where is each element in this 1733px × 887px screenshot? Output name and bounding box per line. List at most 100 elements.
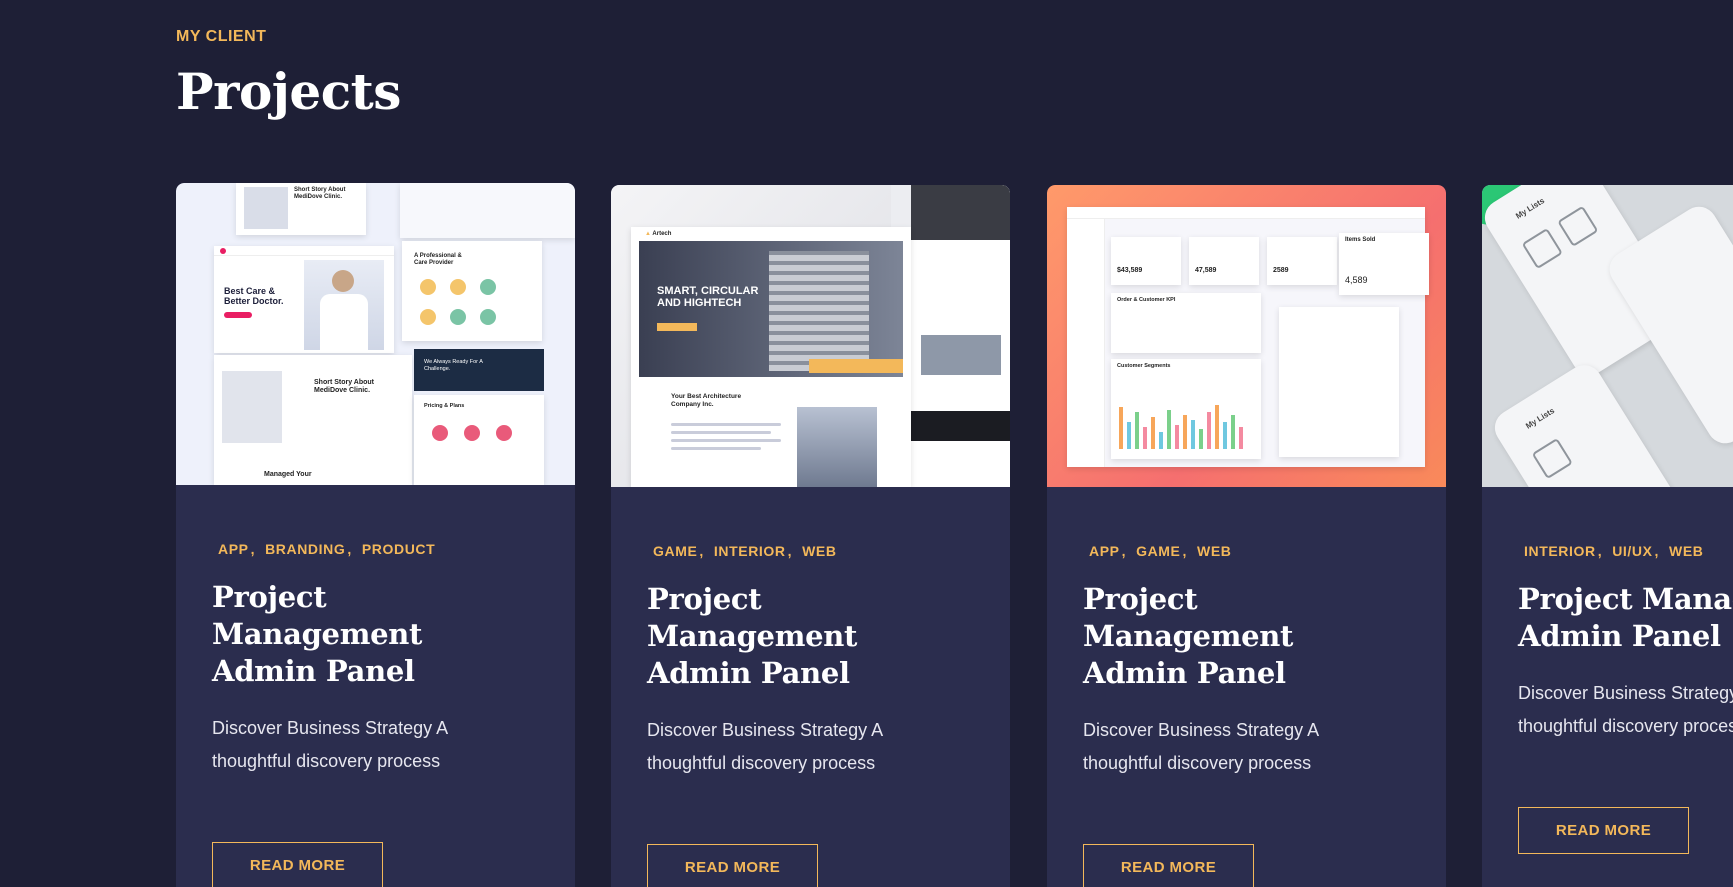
project-thumbnail[interactable]: ▲ Artech SMART, CIRCULAR AND HIGHTECH Yo…: [611, 185, 1010, 487]
dashboard-sidebar: [1067, 219, 1105, 467]
list-icon: [1557, 205, 1599, 247]
segments-bars: [1119, 405, 1253, 449]
tag[interactable]: WEB: [802, 543, 838, 559]
hero-line: AND HIGHTECH: [657, 297, 742, 309]
segment-bar: [1191, 420, 1195, 449]
tag-list: INTERIOR UI/UX WEB: [1518, 543, 1733, 559]
team-avatar: [450, 309, 466, 325]
project-card: Short Story About MediDove Clinic. Best …: [176, 183, 575, 887]
card-title-line: Project Management: [647, 582, 858, 653]
doctor-head: [332, 270, 354, 292]
plan-icon: [464, 425, 480, 441]
tag-list: APP GAME WEB: [1083, 543, 1410, 559]
tag-list: GAME INTERIOR WEB: [647, 543, 974, 559]
desc-line: thoughtful discovery process: [1518, 716, 1733, 736]
desc-line: Discover Business Strategy A: [212, 718, 449, 738]
project-thumbnail[interactable]: My Lists My Lists: [1482, 185, 1733, 487]
desc-line: Discover Business Strategy A: [1518, 683, 1733, 703]
card-description: Discover Business Strategy A thoughtful …: [1518, 677, 1733, 743]
text-line: [671, 447, 761, 450]
read-more-button[interactable]: READ MORE: [1518, 807, 1689, 854]
team-avatar: [450, 279, 466, 295]
desc-line: thoughtful discovery process: [212, 751, 441, 771]
mockup-panel: [400, 183, 575, 238]
segment-bar: [1239, 427, 1243, 449]
tag[interactable]: APP: [218, 541, 255, 557]
segment-bar: [1143, 427, 1147, 449]
brand-label: Artech: [652, 231, 672, 237]
stat-value: $43,589: [1117, 267, 1143, 274]
tag[interactable]: APP: [1089, 543, 1126, 559]
project-card: ▲ Artech SMART, CIRCULAR AND HIGHTECH Yo…: [611, 185, 1010, 887]
page-title: Projects: [176, 62, 401, 121]
mockup-hero: Best Care & Better Doctor.: [214, 246, 394, 353]
card-title-line: Admin Panel: [1518, 619, 1721, 653]
read-more-button[interactable]: READ MORE: [212, 842, 383, 887]
card-title-line: Project Management: [1083, 582, 1294, 653]
card-title[interactable]: Project Management Admin Panel: [647, 581, 974, 692]
items-sold-card: Items Sold 4,589: [1339, 233, 1429, 295]
phone-title: My Lists: [1514, 196, 1547, 221]
tag[interactable]: INTERIOR: [1524, 543, 1602, 559]
segment-bar: [1127, 422, 1131, 449]
text-line: [671, 431, 771, 434]
tag[interactable]: WEB: [1197, 543, 1233, 559]
segment-bar: [1183, 415, 1187, 449]
stat-card: 47,589: [1189, 237, 1259, 285]
doctor-photo: [244, 187, 288, 229]
hero-line: Better Doctor.: [224, 296, 284, 306]
card-title-line: Admin Panel: [647, 656, 850, 690]
tag[interactable]: GAME: [653, 543, 704, 559]
card-title[interactable]: Project Management Admin Panel: [1518, 581, 1733, 655]
hero-line: SMART, CIRCULAR: [657, 285, 759, 297]
team-avatar: [480, 309, 496, 325]
side-photo: [921, 335, 1001, 375]
mockup-nav: [214, 246, 394, 256]
segment-bar: [1223, 422, 1227, 449]
card-description: Discover Business Strategy A thoughtful …: [212, 712, 512, 778]
logo-dot: [220, 248, 226, 254]
card-title-line: Admin Panel: [212, 654, 415, 688]
hero-photo: SMART, CIRCULAR AND HIGHTECH: [639, 241, 903, 377]
segment-bar: [1207, 412, 1211, 449]
project-card: $43,589 47,589 2589 Order & Customer KPI…: [1047, 185, 1446, 887]
story-heading: Short Story About MediDove Clinic.: [294, 187, 346, 200]
segment-bar: [1167, 410, 1171, 449]
hero-line: Best Care &: [224, 286, 276, 296]
read-more-button[interactable]: READ MORE: [1083, 844, 1254, 887]
mockup-panel: A Professional & Care Provider: [402, 241, 542, 341]
segments-heading: Customer Segments: [1117, 363, 1171, 369]
tag[interactable]: PRODUCT: [362, 541, 437, 557]
desc-line: thoughtful discovery process: [647, 753, 876, 773]
tag[interactable]: INTERIOR: [714, 543, 792, 559]
project-cards: Short Story About MediDove Clinic. Best …: [176, 183, 1733, 887]
tag[interactable]: GAME: [1136, 543, 1187, 559]
project-thumbnail[interactable]: $43,589 47,589 2589 Order & Customer KPI…: [1047, 185, 1446, 487]
card-title[interactable]: Project Management Admin Panel: [1083, 581, 1410, 692]
segment-bar: [1159, 432, 1163, 449]
section-eyebrow: MY CLIENT: [176, 28, 267, 45]
card-description: Discover Business Strategy A thoughtful …: [647, 714, 947, 780]
segments-chart: Customer Segments: [1111, 359, 1261, 459]
about-line: Your Best Architecture: [671, 393, 742, 400]
team-avatar: [420, 309, 436, 325]
desc-line: Discover Business Strategy A: [1083, 720, 1320, 740]
phone-mockup: My Lists: [1488, 358, 1696, 487]
project-thumbnail[interactable]: Short Story About MediDove Clinic. Best …: [176, 183, 575, 485]
items-sold-label: Items Sold: [1345, 237, 1376, 243]
tag[interactable]: WEB: [1669, 543, 1705, 559]
tag[interactable]: BRANDING: [265, 541, 352, 557]
kpi-heading: Order & Customer KPI: [1117, 297, 1176, 303]
segment-bar: [1215, 405, 1219, 449]
card-title-line: Admin Panel: [1083, 656, 1286, 690]
desc-line: Discover Business Strategy A: [647, 720, 884, 740]
building-photo: [797, 407, 877, 487]
mockup-story: Short Story About MediDove Clinic. Manag…: [214, 355, 412, 485]
hero-heading: Best Care & Better Doctor.: [224, 286, 284, 306]
card-description: Discover Business Strategy A thoughtful …: [1083, 714, 1383, 780]
tag[interactable]: UI/UX: [1612, 543, 1659, 559]
segment-bar: [1199, 429, 1203, 449]
read-more-button[interactable]: READ MORE: [647, 844, 818, 887]
list-icon: [1531, 437, 1573, 480]
card-title[interactable]: Project Management Admin Panel: [212, 579, 539, 690]
